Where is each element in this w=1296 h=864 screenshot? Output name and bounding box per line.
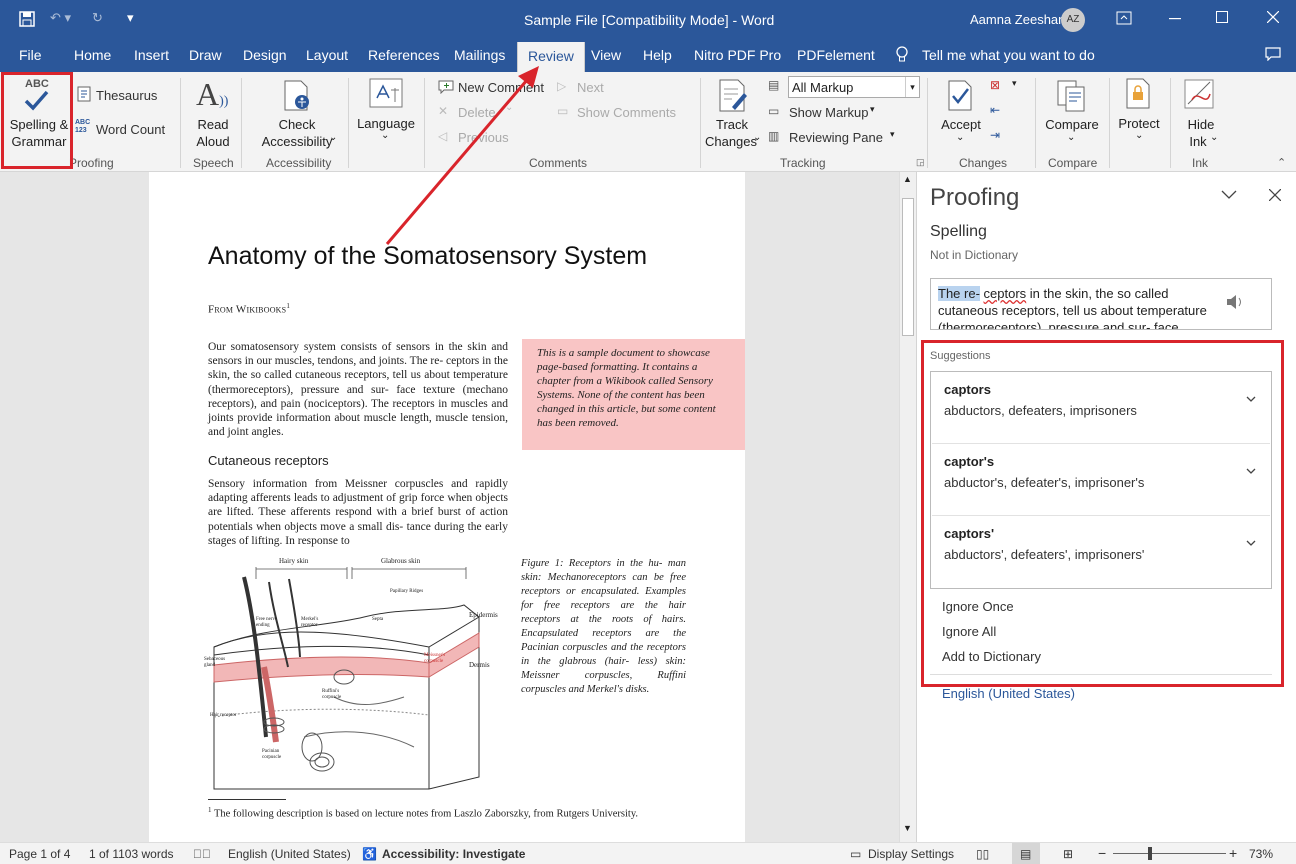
arrow-to-review-tab [385,66,539,245]
